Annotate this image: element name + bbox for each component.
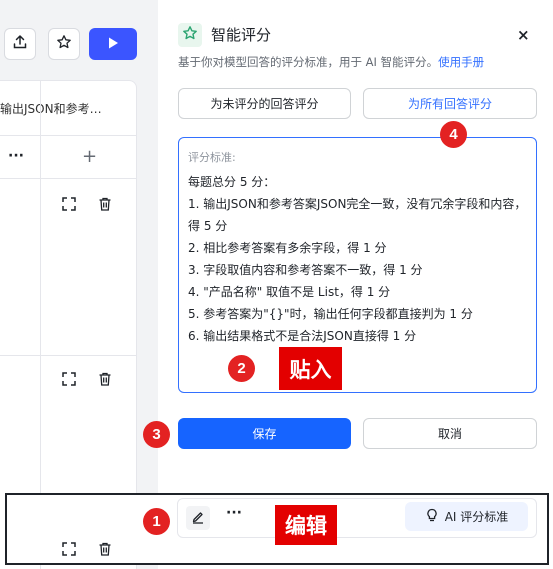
annotation-badge-3: 3 xyxy=(143,421,170,448)
divider xyxy=(0,135,137,136)
expand-icon[interactable] xyxy=(61,371,77,387)
close-icon[interactable]: × xyxy=(517,26,530,44)
column-header: 输出JSON和参考… xyxy=(0,102,102,116)
favorite-button[interactable] xyxy=(48,28,80,60)
panel-title-icon xyxy=(178,23,202,47)
expand-icon[interactable] xyxy=(61,196,77,212)
ai-criteria-button[interactable]: AI 评分标准 xyxy=(405,502,528,531)
criteria-textarea[interactable]: 评分标准: 每题总分 5 分： 1. 输出JSON和参考答案JSON完全一致，没… xyxy=(178,137,537,393)
criteria-line: 3. 字段取值内容和参考答案不一致，得 1 分 xyxy=(188,263,423,277)
star-icon xyxy=(182,25,198,45)
trash-icon[interactable] xyxy=(97,541,113,557)
score-all-button[interactable]: 为所有回答评分 xyxy=(363,88,537,119)
criteria-label: 评分标准: xyxy=(188,151,236,164)
upload-button[interactable] xyxy=(4,28,36,60)
criteria-text: 每题总分 5 分： 1. 输出JSON和参考答案JSON完全一致，没有冗余字段和… xyxy=(188,171,533,347)
description-text: 基于你对模型回答的评分标准，用于 AI 智能评分。 xyxy=(178,55,439,69)
upload-icon xyxy=(12,34,28,54)
trash-icon[interactable] xyxy=(97,196,113,212)
play-icon xyxy=(106,35,120,54)
edit-tag: 编辑 xyxy=(275,505,337,545)
more-icon[interactable]: ··· xyxy=(226,505,242,521)
divider xyxy=(0,355,137,356)
cancel-button[interactable]: 取消 xyxy=(363,418,537,449)
edit-button[interactable] xyxy=(186,506,210,530)
panel-description: 基于你对模型回答的评分标准，用于 AI 智能评分。使用手册 xyxy=(178,54,484,70)
criteria-line: 2. 相比参考答案有多余字段，得 1 分 xyxy=(188,241,387,255)
criteria-line: 6. 输出结果格式不是合法JSON直接得 1 分 xyxy=(188,329,417,343)
paste-tag: 贴入 xyxy=(279,347,342,390)
bulb-icon xyxy=(425,508,439,525)
add-column-button[interactable]: + xyxy=(82,146,97,167)
annotation-badge-4: 4 xyxy=(440,121,467,148)
run-button[interactable] xyxy=(89,28,137,60)
annotation-badge-2: 2 xyxy=(228,355,255,382)
panel-title: 智能评分 xyxy=(211,26,272,44)
divider xyxy=(0,178,137,179)
save-button[interactable]: 保存 xyxy=(178,418,351,449)
manual-link[interactable]: 使用手册 xyxy=(438,55,484,69)
edit-icon xyxy=(191,509,205,528)
trash-icon[interactable] xyxy=(97,371,113,387)
star-icon xyxy=(56,34,72,54)
ai-criteria-label: AI 评分标准 xyxy=(444,510,509,524)
criteria-line: 每题总分 5 分： xyxy=(188,175,276,189)
criteria-line: 5. 参考答案为"{}"时，输出任何字段都直接判为 1 分 xyxy=(188,307,473,321)
column-more-button[interactable]: ··· xyxy=(8,148,24,164)
criteria-line: 1. 输出JSON和参考答案JSON完全一致，没有冗余字段和内容，得 5 分 xyxy=(188,197,527,233)
expand-icon[interactable] xyxy=(61,541,77,557)
score-unscored-button[interactable]: 为未评分的回答评分 xyxy=(178,88,351,119)
criteria-line: 4. "产品名称" 取值不是 List，得 1 分 xyxy=(188,285,391,299)
annotation-badge-1: 1 xyxy=(143,508,170,535)
